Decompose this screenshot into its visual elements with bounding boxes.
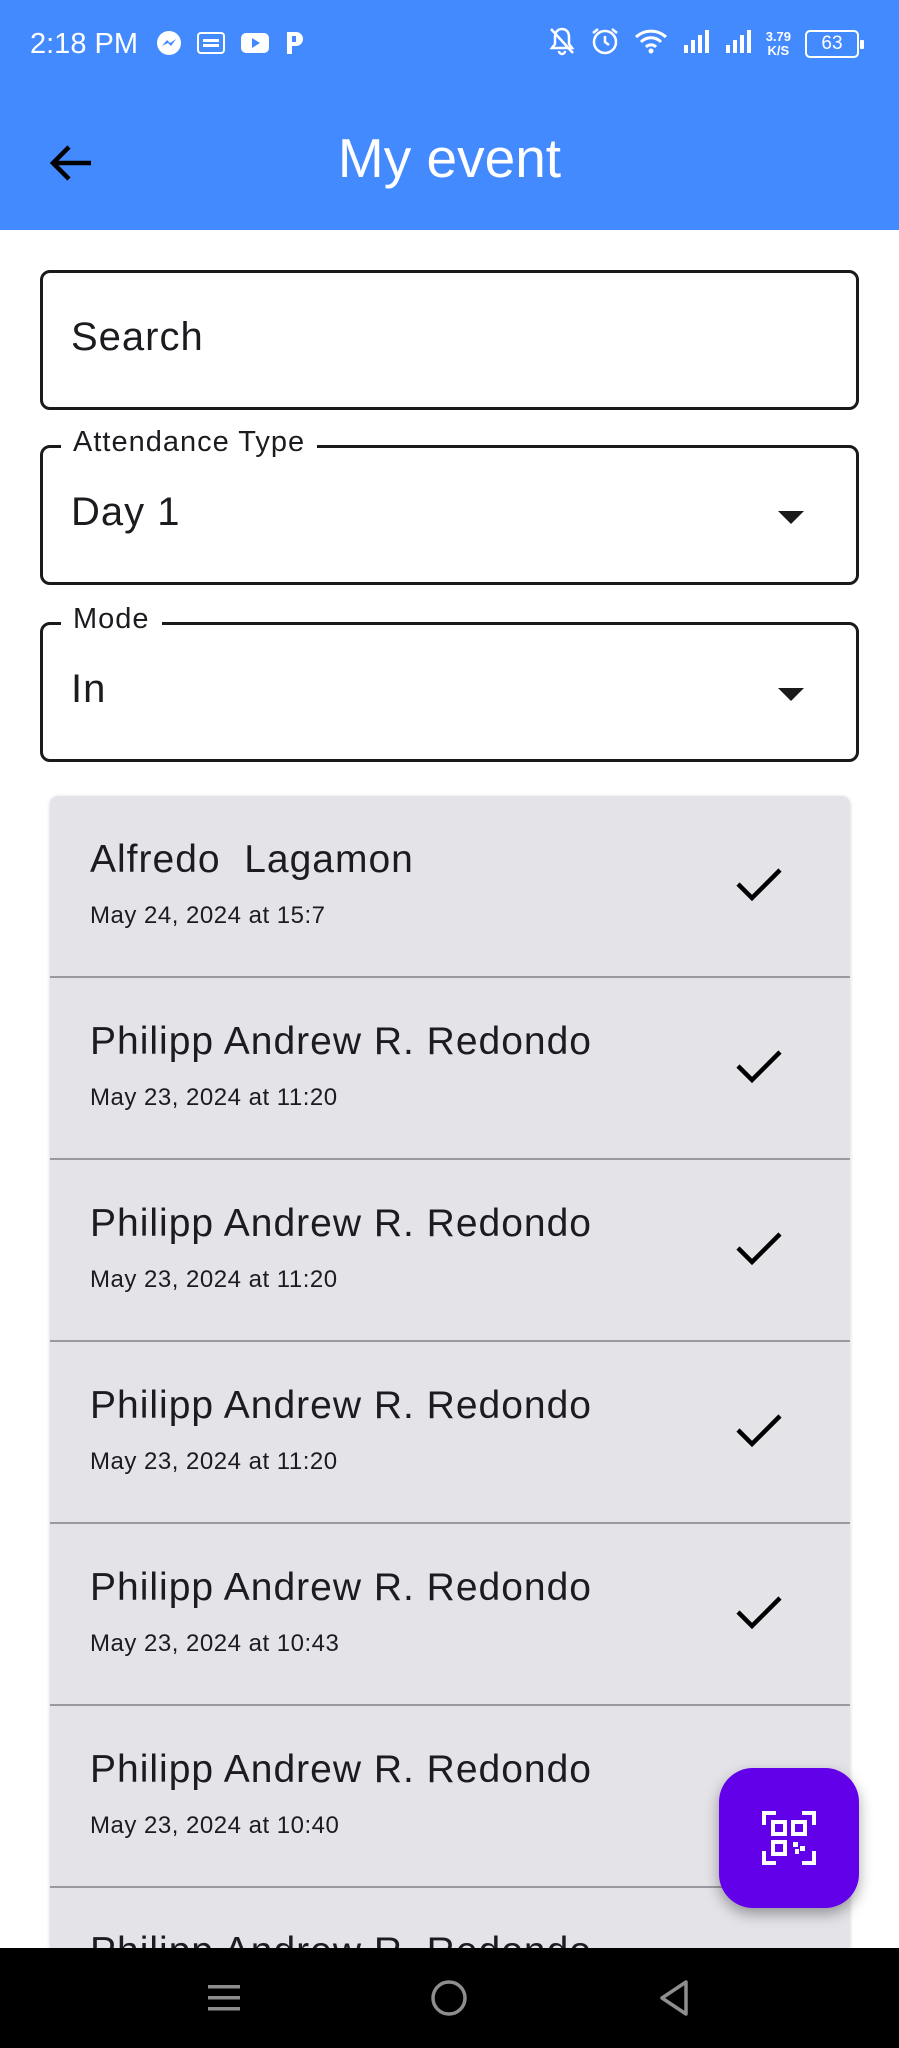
mode-dropdown[interactable]: Mode In [40, 603, 859, 762]
back-triangle-icon [660, 1980, 688, 2016]
check-icon [736, 868, 782, 902]
check-icon [736, 1414, 782, 1448]
search-field[interactable]: Search [40, 270, 859, 410]
qr-code-scan-icon [762, 1811, 816, 1865]
attendee-name: Alfredo Lagamon [90, 838, 414, 881]
attendee-name: Philipp Andrew R. Redondo [90, 1930, 592, 1948]
temu-icon [196, 31, 226, 60]
list-item[interactable]: Philipp Andrew R. Redondo May 23, 2024 a… [50, 1160, 850, 1342]
network-speed-value: 3.79 [765, 28, 791, 44]
attendee-time: May 24, 2024 at 15:7 [90, 902, 326, 929]
status-time: 2:18 PM [30, 28, 138, 60]
home-circle-icon [431, 1980, 467, 2016]
signal-icon [724, 27, 752, 60]
page-title: My event [337, 127, 562, 189]
navigation-bar [0, 1948, 899, 2048]
attendee-name: Philipp Andrew R. Redondo [90, 1020, 592, 1063]
status-bar: 2:18 PM 3.79 K/S 63 [0, 0, 899, 92]
attendee-time: May 23, 2024 at 10:43 [90, 1630, 340, 1657]
check-icon [736, 1232, 782, 1266]
list-item[interactable]: Philipp Andrew R. Redondo May 23, 2024 a… [50, 1342, 850, 1524]
attendance-type-dropdown[interactable]: Attendance Type Day 1 [40, 426, 859, 585]
attendee-name: Philipp Andrew R. Redondo [90, 1202, 592, 1245]
p-app-icon [284, 30, 306, 61]
search-placeholder: Search [71, 315, 204, 359]
notification-icons [156, 30, 306, 61]
arrow-left-icon [49, 145, 91, 181]
list-item[interactable]: Philipp Andrew R. Redondo May 23, 2024 a… [50, 1524, 850, 1706]
attendee-time: May 23, 2024 at 11:20 [90, 1448, 338, 1475]
list-item[interactable]: Philipp Andrew R. Redondo May 23, 2024 a… [50, 978, 850, 1160]
attendee-name: Philipp Andrew R. Redondo [90, 1566, 592, 1609]
check-icon [736, 1050, 782, 1084]
back-nav-button[interactable] [646, 1970, 702, 2026]
attendance-type-label: Attendance Type [61, 426, 318, 459]
dropdown-arrow-icon [778, 688, 804, 701]
attendee-name: Philipp Andrew R. Redondo [90, 1384, 592, 1427]
attendee-name: Philipp Andrew R. Redondo [90, 1748, 592, 1791]
system-icons: 3.79 K/S 63 [548, 26, 864, 61]
alarm-icon [590, 26, 620, 61]
network-speed: 3.79 K/S [765, 28, 791, 58]
messenger-icon [156, 30, 182, 61]
check-icon [736, 1596, 782, 1630]
list-item[interactable]: Alfredo Lagamon May 24, 2024 at 15:7 [50, 796, 850, 978]
signal-icon [682, 27, 710, 60]
attendance-type-value: Day 1 [71, 490, 181, 534]
mode-value: In [71, 667, 107, 711]
dropdown-arrow-icon [778, 511, 804, 524]
battery-level: 63 [821, 32, 843, 54]
bell-off-icon [548, 26, 576, 61]
recent-apps-button[interactable] [196, 1970, 252, 2026]
network-speed-unit: K/S [767, 42, 790, 58]
attendee-time: May 23, 2024 at 11:20 [90, 1084, 338, 1111]
mode-label: Mode [61, 603, 162, 636]
home-button[interactable] [421, 1970, 477, 2026]
app-bar: My event [0, 92, 899, 230]
youtube-icon [240, 32, 270, 59]
wifi-icon [634, 27, 668, 60]
back-button[interactable] [36, 128, 106, 198]
attendee-time: May 23, 2024 at 10:40 [90, 1812, 340, 1839]
attendee-time: May 23, 2024 at 11:20 [90, 1266, 338, 1293]
scan-qr-button[interactable] [719, 1768, 859, 1908]
battery-icon: 63 [805, 29, 864, 58]
menu-icon [208, 1985, 240, 2011]
